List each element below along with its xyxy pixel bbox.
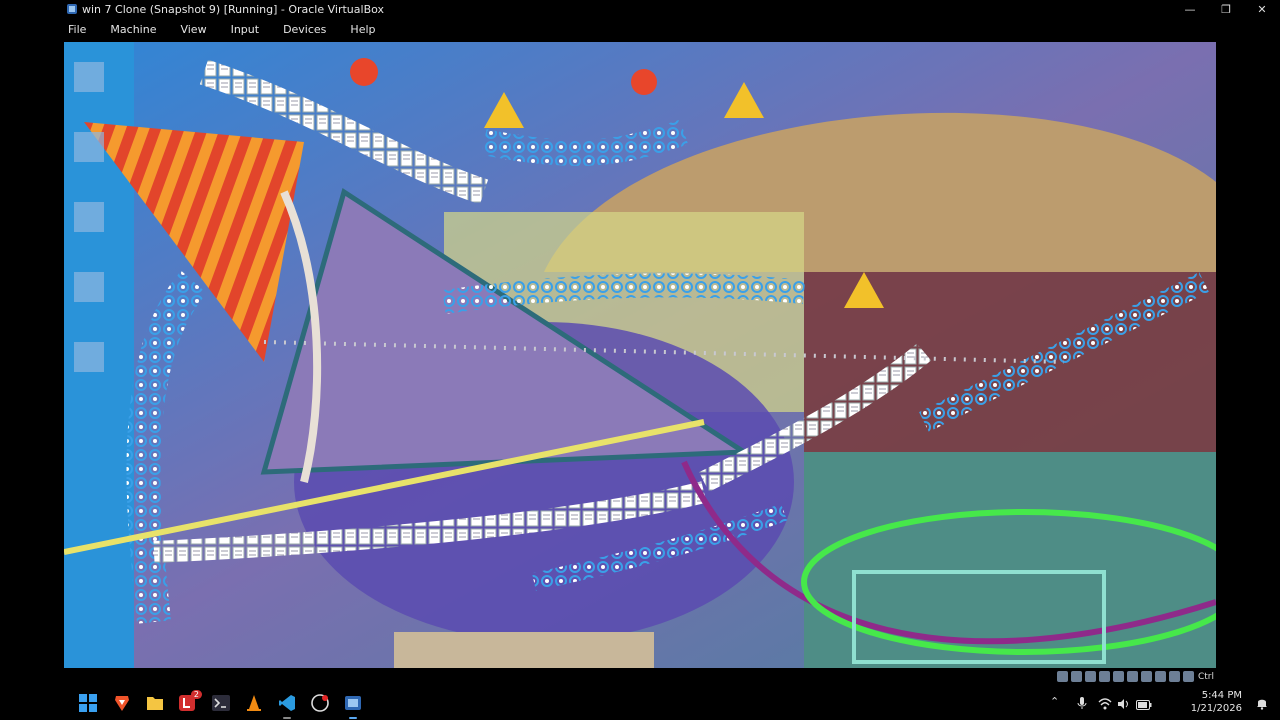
close-button[interactable]: ✕ (1244, 0, 1280, 18)
recording-icon[interactable] (1154, 671, 1166, 682)
taskbar-app-brave[interactable] (112, 693, 132, 713)
clock-date: 1/21/2026 (1190, 703, 1242, 714)
chevron-up-icon[interactable]: ⌃ (1050, 695, 1064, 709)
minimize-icon: — (1184, 2, 1196, 16)
usb-icon[interactable] (1112, 671, 1124, 682)
microphone-icon[interactable] (1076, 695, 1090, 709)
terminal-icon (212, 695, 230, 711)
taskbar-app-file-explorer[interactable] (145, 693, 165, 713)
virtualbox-app-icon (67, 4, 77, 14)
menu-machine[interactable]: Machine (110, 23, 156, 36)
vm-status-bar: Ctrl (64, 668, 1216, 685)
taskbar: 2 ⌃ 5:44 PM 1/21/2026 (0, 685, 1280, 720)
audio-icon[interactable] (1084, 671, 1096, 682)
taskbar-app-vlc[interactable] (244, 693, 264, 713)
cpu-icon[interactable] (1168, 671, 1180, 682)
windows-logo-icon (79, 694, 97, 712)
notification-badge: 2 (190, 690, 202, 699)
taskbar-app-obs[interactable] (310, 693, 330, 713)
menu-view[interactable]: View (180, 23, 206, 36)
taskbar-app-terminal[interactable] (211, 693, 231, 713)
vscode-icon (279, 695, 295, 711)
window-titlebar: win 7 Clone (Snapshot 9) [Running] - Ora… (0, 0, 1280, 18)
optical-drive-icon[interactable] (1070, 671, 1082, 682)
folder-icon (147, 697, 163, 710)
mouse-integration-icon[interactable] (1182, 671, 1194, 682)
brave-browser-icon (115, 696, 129, 711)
notifications-icon[interactable] (1256, 695, 1270, 710)
clock[interactable]: 5:44 PM 1/21/2026 (1191, 689, 1242, 715)
taskbar-app-vscode[interactable] (277, 693, 297, 719)
restore-button[interactable]: ❐ (1208, 0, 1244, 18)
taskbar-app-virtualbox[interactable] (343, 693, 363, 719)
window-title: win 7 Clone (Snapshot 9) [Running] - Ora… (82, 2, 385, 16)
taskbar-app-l[interactable]: 2 (178, 690, 202, 713)
host-key-label: Ctrl (1197, 671, 1214, 682)
battery-icon[interactable] (1136, 695, 1152, 710)
display-icon[interactable] (1140, 671, 1152, 682)
volume-icon[interactable] (1117, 695, 1131, 709)
virtualbox-icon (345, 696, 361, 710)
vm-display[interactable] (64, 42, 1216, 668)
network-icon[interactable] (1098, 671, 1110, 682)
active-indicator (349, 717, 357, 719)
minimize-button[interactable]: — (1172, 0, 1208, 18)
vlc-cone-icon (247, 695, 261, 711)
close-icon: ✕ (1257, 2, 1267, 16)
glitched-desktop-graphic (64, 42, 1216, 668)
clock-time: 5:44 PM (1201, 690, 1242, 701)
restore-icon: ❐ (1221, 2, 1231, 16)
system-tray: ⌃ 5:44 PM 1/21/2026 (1020, 685, 1280, 720)
record-icon (311, 694, 329, 712)
running-indicator (283, 717, 291, 719)
hard-disk-icon[interactable] (1056, 671, 1068, 682)
menu-help[interactable]: Help (350, 23, 375, 36)
wifi-icon[interactable] (1098, 695, 1112, 710)
menu-input[interactable]: Input (231, 23, 259, 36)
menu-file[interactable]: File (68, 23, 86, 36)
start-button[interactable] (78, 693, 98, 713)
menubar: File Machine View Input Devices Help (0, 18, 1280, 40)
shared-folders-icon[interactable] (1126, 671, 1138, 682)
menu-devices[interactable]: Devices (283, 23, 326, 36)
